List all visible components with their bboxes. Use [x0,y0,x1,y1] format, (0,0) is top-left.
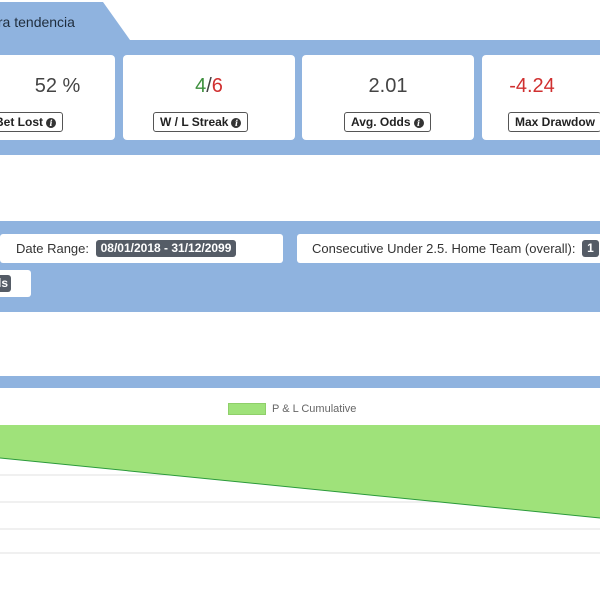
consecutive-value: 1 [582,240,599,257]
stat-label-text: W / L Streak [160,115,229,129]
series-area [0,425,600,518]
stat-label-text: Bet Lost [0,115,43,129]
date-range-value: 08/01/2018 - 31/12/2099 [95,240,237,257]
date-range-label: Date Range: [16,241,89,256]
stat-card-wl-streak: 4/6 W / L Streak i [123,55,295,140]
consecutive-filter[interactable]: Consecutive Under 2.5. Home Team (overal… [297,234,600,263]
date-range-filter[interactable]: Date Range: 08/01/2018 - 31/12/2099 [0,234,283,263]
legend-label[interactable]: P & L Cumulative [272,403,356,415]
stat-card-bet-lost: 52 % Bet Losti [0,55,115,140]
stat-label-text: Avg. Odds [351,115,411,129]
tab-strategy[interactable]: tra tendencia [0,2,130,40]
info-icon[interactable]: i [46,118,56,128]
win-streak-value: 4 [195,75,207,97]
stats-panel: 52 % Bet Losti 4/6 W / L Streaki 2.01 Av… [0,40,600,155]
stat-card-avg-odds: 2.01 Avg. Odds i [302,55,474,140]
stat-card-max-drawdown: -4.24 Max Drawdow [482,55,600,140]
loss-streak-value: 6 [211,75,223,97]
legend-swatch[interactable] [228,403,266,415]
stat-label-max-drawdown[interactable]: Max Drawdow [508,112,600,132]
stat-label-text: Max Drawdow [515,115,596,129]
tab-label: tra tendencia [0,14,75,30]
filter-panel: Date Range: 08/01/2018 - 31/12/2099 Cons… [0,221,600,312]
stat-value-max-drawdown: -4.24 [509,75,555,97]
info-icon[interactable]: i [413,118,424,128]
stat-label-wl-streak[interactable]: W / L Streak i [153,112,249,132]
filter-chip-partial[interactable]: ls [0,270,31,297]
stat-value-bet-lost: 52 % [34,75,81,97]
stat-value-avg-odds: 2.01 [368,75,408,97]
chart-panel-header [0,376,600,388]
filter-chip-value: ls [0,275,12,292]
stat-label-avg-odds[interactable]: Avg. Odds i [344,112,431,132]
consecutive-label: Consecutive Under 2.5. Home Team (overal… [312,241,576,256]
pl-cumulative-chart [0,425,600,554]
info-icon[interactable]: i [231,118,242,128]
stat-value-wl-streak: 4/6 [123,75,295,98]
stat-label-bet-lost[interactable]: Bet Losti [0,112,63,132]
